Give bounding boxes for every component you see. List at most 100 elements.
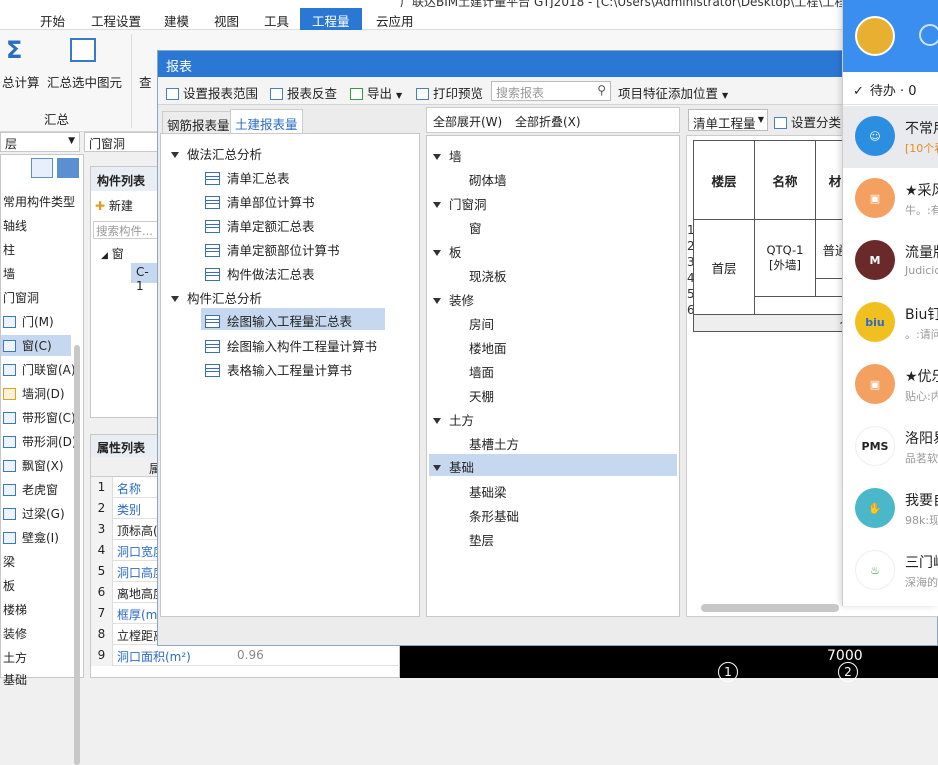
- component-search-input[interactable]: 搜索构件...: [93, 221, 159, 239]
- report-item[interactable]: 绘图输入构件工程量计算书: [205, 336, 377, 355]
- comp-item[interactable]: 天棚: [469, 386, 494, 405]
- chat-preview: 深海的: [905, 576, 938, 589]
- list-view-icon[interactable]: [31, 158, 53, 178]
- menu-quantities[interactable]: 工程量: [300, 8, 362, 30]
- tree-item-foundation[interactable]: 基础: [3, 671, 27, 688]
- cell-floor[interactable]: 首层: [693, 219, 755, 315]
- scrollbar[interactable]: [74, 345, 80, 765]
- tree-item-strip-hole[interactable]: 带形洞(D): [3, 433, 77, 450]
- tree-item-decoration[interactable]: 装修: [3, 625, 27, 642]
- menu-tools[interactable]: 工具: [264, 11, 289, 30]
- horizontal-scrollbar[interactable]: [701, 604, 839, 612]
- pending-tasks[interactable]: ✓ 待办 · 0: [853, 80, 917, 99]
- report-item[interactable]: 清单汇总表: [205, 168, 290, 187]
- comp-item[interactable]: 条形基础: [469, 506, 519, 525]
- comp-item[interactable]: 垫层: [469, 530, 494, 549]
- tree-item-lintel[interactable]: 过梁(G): [3, 505, 65, 522]
- collapse-all-button[interactable]: 全部折叠(X): [515, 113, 581, 130]
- summarize-selected-button[interactable]: 汇总选中图元: [47, 72, 122, 91]
- tree-item-niche[interactable]: 壁龛(I): [3, 529, 59, 546]
- user-avatar[interactable]: [855, 16, 895, 56]
- report-item[interactable]: 构件做法汇总表: [205, 264, 315, 283]
- tree-item-earthwork[interactable]: 土方: [3, 649, 27, 666]
- set-category-button[interactable]: 设置分类: [774, 112, 841, 131]
- tree-item-door[interactable]: 门(M): [3, 313, 54, 330]
- chat-item[interactable]: ✋ 我要自 98k:现: [843, 478, 938, 540]
- property-row[interactable]: 9 洞口面积(m²) 0.96: [91, 645, 401, 666]
- chat-item[interactable]: PMS 洛阳易 品茗软: [843, 416, 938, 478]
- quantity-type-select[interactable]: 清单工程量 ▼: [688, 109, 768, 131]
- tree-item-bay-window[interactable]: 飘窗(X): [3, 457, 64, 474]
- expand-all-button[interactable]: 全部展开(W): [433, 113, 502, 130]
- tree-item-wall[interactable]: 墙: [3, 265, 15, 282]
- comp-group-opening[interactable]: 门窗洞: [433, 194, 487, 213]
- comp-item[interactable]: 基础梁: [469, 482, 507, 501]
- menu-project-settings[interactable]: 工程设置: [91, 11, 141, 30]
- tree-item-slab[interactable]: 板: [3, 577, 15, 594]
- floor-select[interactable]: 层 ▼: [0, 132, 80, 152]
- chat-item[interactable]: ▣ ★采风 牛。:有: [843, 168, 938, 230]
- tree-item-window[interactable]: 窗(C): [1, 335, 71, 356]
- menu-start[interactable]: 开始: [40, 11, 65, 30]
- comp-item[interactable]: 基槽土方: [469, 434, 519, 453]
- report-item[interactable]: 清单定额部位计算书: [205, 240, 340, 259]
- tree-item-window-label: 窗(C): [22, 339, 52, 353]
- comp-item[interactable]: 现浇板: [469, 266, 507, 285]
- chat-item[interactable]: ☺ 不常用 [10个看: [843, 106, 938, 168]
- type-select[interactable]: 门窗洞: [84, 132, 158, 152]
- report-item[interactable]: 表格输入工程量计算书: [205, 360, 352, 379]
- export-label: 导出: [367, 86, 393, 101]
- tree-item-door-window[interactable]: 门联窗(A): [3, 361, 76, 378]
- report-group-method[interactable]: 做法汇总分析: [171, 144, 262, 163]
- tree-item-stair[interactable]: 楼梯: [3, 601, 27, 618]
- report-search-input[interactable]: 搜索报表 ⚲: [491, 81, 611, 101]
- report-item-selected[interactable]: 绘图输入工程量汇总表: [201, 308, 385, 330]
- comp-item[interactable]: 窗: [469, 218, 482, 237]
- report-group-component[interactable]: 构件汇总分析: [171, 288, 262, 307]
- print-preview-button[interactable]: 打印预览: [416, 83, 483, 102]
- cell-name[interactable]: QTQ-1 [外墙]: [754, 219, 816, 297]
- report-item[interactable]: 清单定额汇总表: [205, 216, 315, 235]
- tree-item-common[interactable]: 常用构件类型: [3, 193, 75, 210]
- report-item[interactable]: 清单部位计算书: [205, 192, 315, 211]
- feature-position-dropdown[interactable]: 项目特征添加位置 ▼: [618, 83, 728, 102]
- tree-item-dormer[interactable]: 老虎窗: [3, 481, 58, 498]
- tree-item-beam[interactable]: 梁: [3, 553, 15, 570]
- comp-group-slab[interactable]: 板: [433, 242, 462, 261]
- chat-name: 三门峡: [905, 555, 938, 571]
- tree-item-strip-window[interactable]: 带形窗(C): [3, 409, 76, 426]
- chat-item[interactable]: biu Biu钉 。:请问: [843, 292, 938, 354]
- component-group[interactable]: ◢ 窗: [101, 245, 124, 262]
- property-value[interactable]: 0.96: [237, 648, 264, 662]
- property-name: 类别: [117, 503, 142, 517]
- comp-group-foundation[interactable]: 基础: [429, 454, 677, 476]
- set-range-button[interactable]: 设置报表范围: [166, 83, 258, 102]
- comp-group-decoration[interactable]: 装修: [433, 290, 474, 309]
- comp-group-wall[interactable]: 墙: [433, 146, 462, 165]
- search-icon[interactable]: [919, 24, 938, 46]
- chat-item[interactable]: ♨ 三门峡 深海的: [843, 540, 938, 602]
- chat-item[interactable]: ▣ ★优乐 贴心:内: [843, 354, 938, 416]
- new-component-button[interactable]: ✚ 新建: [95, 197, 133, 214]
- chat-item[interactable]: M 流量版 Judicio: [843, 230, 938, 292]
- tree-item-lintel-label: 过梁(G): [22, 507, 65, 521]
- menu-cloud[interactable]: 云应用: [376, 11, 414, 30]
- grid-view-icon[interactable]: [57, 158, 79, 178]
- tree-item-axis[interactable]: 轴线: [3, 217, 27, 234]
- comp-item[interactable]: 砌体墙: [469, 170, 507, 189]
- comp-item[interactable]: 楼地面: [469, 338, 507, 357]
- chat-preview: 品茗软: [905, 452, 938, 465]
- menu-modeling[interactable]: 建模: [164, 11, 189, 30]
- comp-item[interactable]: 墙面: [469, 362, 494, 381]
- query-button[interactable]: 查: [139, 72, 152, 91]
- menu-view[interactable]: 视图: [214, 11, 239, 30]
- tree-item-column[interactable]: 柱: [3, 241, 15, 258]
- cad-viewport[interactable]: 7000 1 2: [400, 646, 938, 682]
- comp-group-earthwork[interactable]: 土方: [433, 410, 474, 429]
- report-check-button[interactable]: 报表反查: [270, 83, 337, 102]
- comp-item[interactable]: 房间: [469, 314, 494, 333]
- export-button[interactable]: 导出 ▼: [350, 83, 402, 102]
- calc-total-button[interactable]: 总计算: [2, 72, 40, 91]
- tree-item-wall-hole[interactable]: 墙洞(D): [3, 385, 65, 402]
- tree-item-opening[interactable]: 门窗洞: [3, 289, 39, 306]
